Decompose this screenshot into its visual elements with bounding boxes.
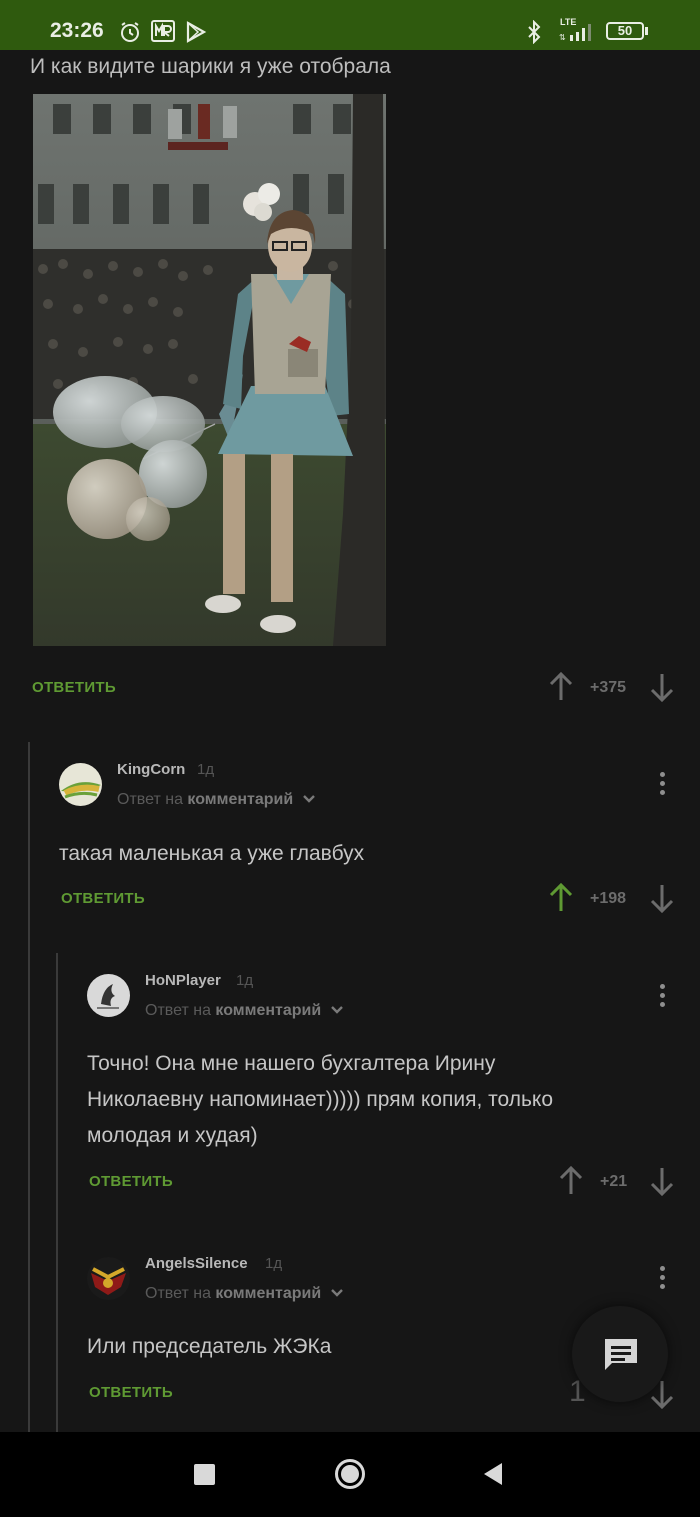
battery-tip <box>645 27 648 35</box>
alarm-icon <box>121 22 139 42</box>
post-text: И как видите шарики я уже отобрала <box>30 55 391 78</box>
reply-target: комментарий <box>215 1285 322 1302</box>
bird-avatar-icon <box>97 984 119 1009</box>
downvote-arrow-icon[interactable] <box>649 672 675 702</box>
more-vertical-icon[interactable] <box>652 768 672 800</box>
avatar[interactable] <box>87 1257 130 1300</box>
comment-vote: +21 <box>555 1164 675 1200</box>
more-vertical-icon[interactable] <box>652 1262 672 1294</box>
chevron-down-icon <box>330 1006 343 1014</box>
play-store-icon <box>186 21 207 43</box>
upvote-arrow-icon[interactable] <box>548 672 574 702</box>
reply-to-line[interactable]: Ответ на комментарий <box>145 1285 344 1303</box>
chevron-down-icon <box>302 795 315 803</box>
nav-home-dot <box>341 1465 359 1483</box>
upvote-arrow-icon[interactable] <box>548 883 574 913</box>
reply-prefix: Ответ на <box>117 791 183 808</box>
comment-text: такая маленькая а уже главбух <box>59 842 365 865</box>
comment-author[interactable]: KingCorn <box>117 761 185 778</box>
avatar[interactable] <box>59 763 102 806</box>
status-time: 23:26 <box>50 19 104 42</box>
reply-to-line[interactable]: Ответ на комментарий <box>117 791 316 809</box>
thread-line-level2 <box>56 953 58 1432</box>
comment-icon <box>605 1339 637 1370</box>
write-comment-button[interactable] <box>572 1306 668 1402</box>
comment-age: 1д <box>236 972 254 989</box>
comment-text-line: Николаевну напоминает))))) прям копия, т… <box>87 1088 554 1111</box>
post-photo[interactable] <box>33 94 386 646</box>
mr-app-icon <box>151 20 175 42</box>
signal-icon: ⇅ <box>559 24 591 42</box>
downvote-arrow-icon[interactable] <box>649 883 675 913</box>
comment-text-line: Точно! Она мне нашего бухгалтера Ирину <box>87 1052 496 1075</box>
comment-score: +21 <box>600 1173 628 1190</box>
comment-age: 1д <box>265 1255 283 1272</box>
thread-line-level1 <box>28 742 30 1432</box>
comment-text: Точно! Она мне нашего бухгалтера Ирину Н… <box>87 1046 553 1154</box>
status-bar: 23:26 LTE ⇅ 50 <box>0 0 700 50</box>
comment-vote: +198 <box>545 881 675 917</box>
avatar[interactable] <box>87 974 130 1017</box>
post-score: +375 <box>590 679 627 696</box>
comment-age: 1д <box>197 761 215 778</box>
navigation-bar <box>0 1432 700 1517</box>
battery-level: 50 <box>617 23 633 38</box>
nav-back-icon[interactable] <box>482 1462 504 1486</box>
reply-prefix: Ответ на <box>145 1285 211 1302</box>
reply-button[interactable]: ОТВЕТИТЬ <box>61 890 145 907</box>
upvote-arrow-icon[interactable] <box>558 1166 584 1196</box>
reply-button[interactable]: ОТВЕТИТЬ <box>89 1173 173 1190</box>
comment-text-line: молодая и худая) <box>87 1124 258 1147</box>
nav-recents-icon[interactable] <box>194 1464 215 1485</box>
comment-text: Или председатель ЖЭКа <box>87 1335 332 1358</box>
comment-score: +198 <box>590 890 627 907</box>
reply-target: комментарий <box>215 1002 322 1019</box>
emblem-avatar-icon <box>91 1267 126 1295</box>
photo-illustration <box>33 94 386 646</box>
reply-target: комментарий <box>187 791 294 808</box>
reply-prefix: Ответ на <box>145 1002 211 1019</box>
chevron-down-icon <box>330 1289 343 1297</box>
comment-author[interactable]: HoNPlayer <box>145 972 221 989</box>
nav-home-icon[interactable] <box>335 1459 365 1489</box>
post-vote: +375 <box>545 670 675 706</box>
corn-avatar-icon <box>61 782 101 799</box>
downvote-arrow-icon[interactable] <box>649 1166 675 1196</box>
svg-text:⇅: ⇅ <box>559 33 566 42</box>
bluetooth-icon <box>528 20 541 44</box>
post-reply-button[interactable]: ОТВЕТИТЬ <box>32 679 116 696</box>
reply-to-line[interactable]: Ответ на комментарий <box>145 1002 344 1020</box>
more-vertical-icon[interactable] <box>652 980 672 1012</box>
comment-author[interactable]: AngelsSilence <box>145 1255 248 1272</box>
reply-button[interactable]: ОТВЕТИТЬ <box>89 1384 173 1401</box>
battery-icon: 50 <box>606 22 644 40</box>
